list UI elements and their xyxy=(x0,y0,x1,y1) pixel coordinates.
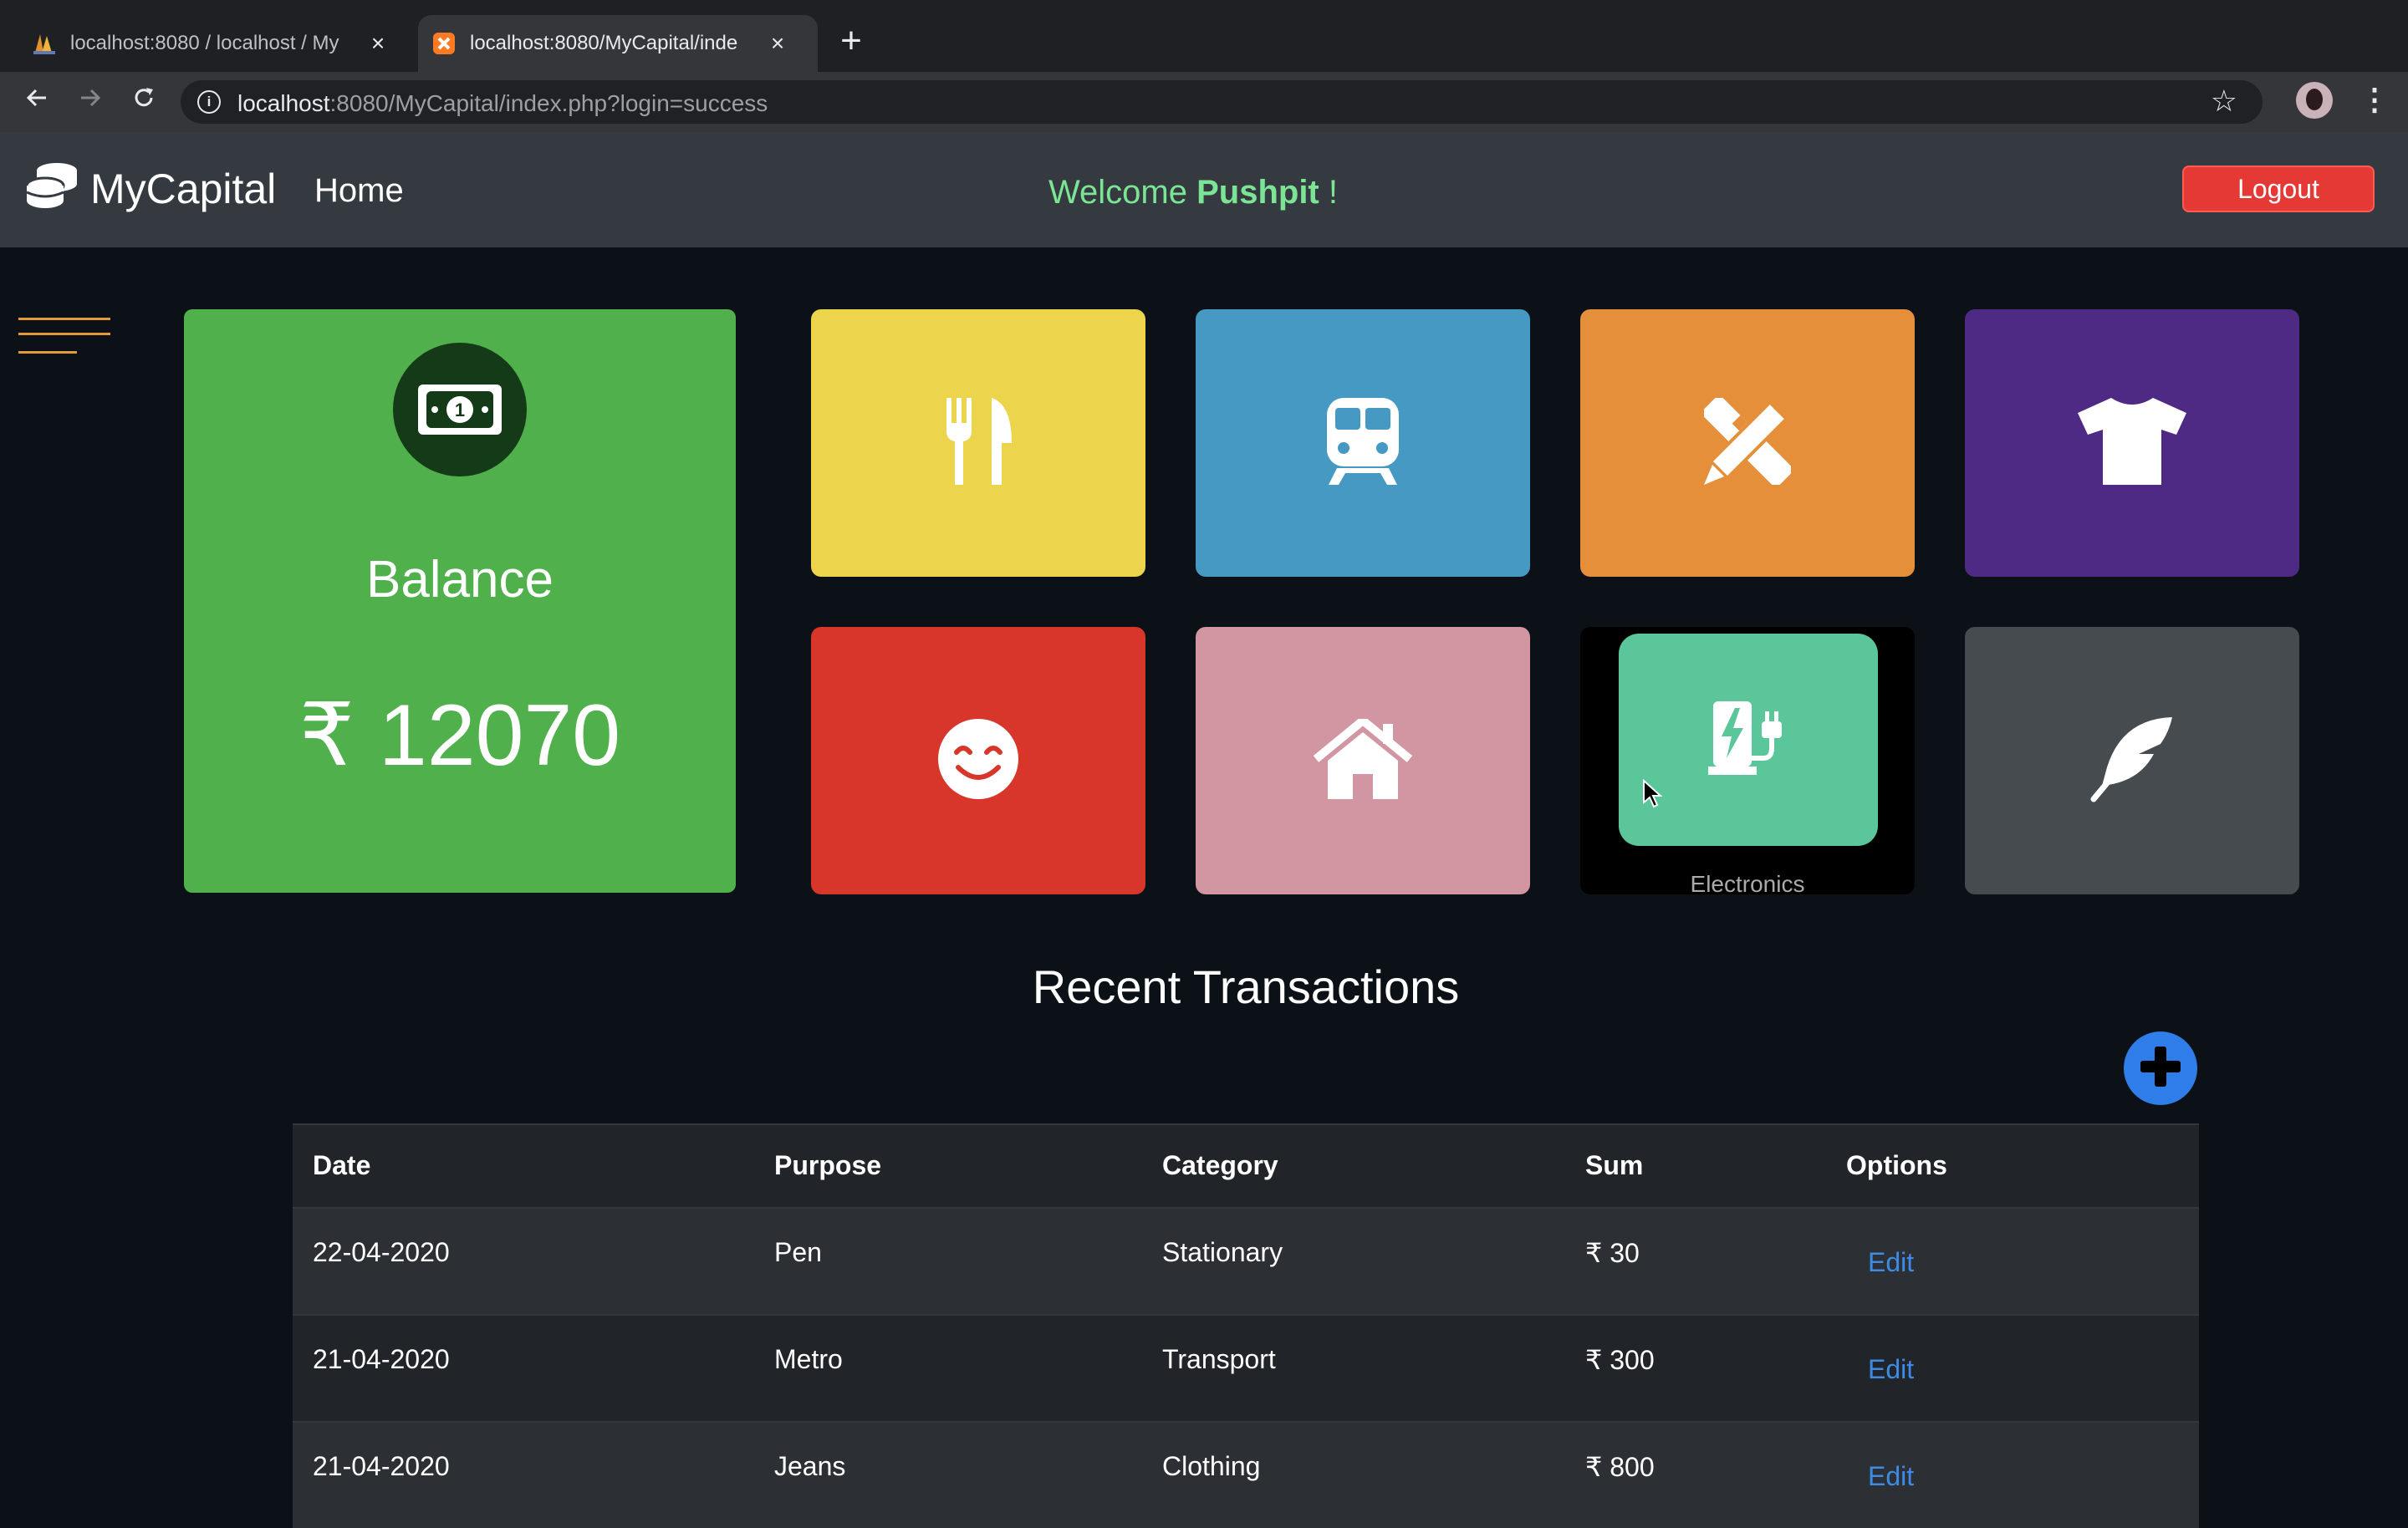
smile-icon xyxy=(936,717,1020,805)
category-food-tile[interactable] xyxy=(811,309,1145,577)
column-header-purpose: Purpose xyxy=(774,1150,882,1180)
cell-date: 21-04-2020 xyxy=(313,1451,450,1481)
cell-sum: ₹ 300 xyxy=(1585,1345,1655,1375)
edit-link[interactable]: Edit xyxy=(1868,1461,1914,1492)
mouse-cursor-icon xyxy=(1642,778,1663,813)
category-label: Electronics xyxy=(1690,871,1805,897)
cell-sum: ₹ 800 xyxy=(1585,1452,1655,1482)
cell-category: Transport xyxy=(1162,1344,1276,1374)
brand-logo[interactable]: MyCapital xyxy=(25,162,276,215)
category-electronics-tile[interactable]: Electronics xyxy=(1580,627,1915,897)
table-row: 22-04-2020 Pen Stationary ₹ 30 Edit xyxy=(293,1207,2199,1314)
browser-tab-mycapital[interactable]: localhost:8080/MyCapital/inde × xyxy=(418,15,818,72)
cell-purpose: Jeans xyxy=(774,1451,846,1481)
column-header-sum: Sum xyxy=(1585,1150,1644,1180)
reload-icon[interactable] xyxy=(127,85,161,118)
edit-link[interactable]: Edit xyxy=(1868,1354,1914,1385)
transactions-table: Date Purpose Category Sum Options 22-04-… xyxy=(293,1123,2199,1528)
back-icon[interactable] xyxy=(20,85,54,118)
column-header-category: Category xyxy=(1162,1150,1278,1180)
feather-icon xyxy=(2089,716,2176,807)
coins-icon xyxy=(25,162,79,215)
xampp-favicon-icon xyxy=(431,31,457,56)
category-clothing-tile[interactable] xyxy=(1965,309,2299,577)
home-icon xyxy=(1313,716,1413,803)
category-transport-tile[interactable] xyxy=(1196,309,1530,577)
browser-menu-icon[interactable]: ⋮ xyxy=(2360,82,2390,117)
pencil-ruler-icon xyxy=(1701,395,1793,489)
tab-title: localhost:8080/MyCapital/inde xyxy=(470,32,738,54)
cell-purpose: Metro xyxy=(774,1344,843,1374)
column-header-date: Date xyxy=(313,1150,371,1180)
svg-text:1: 1 xyxy=(455,400,465,420)
username: Pushpit xyxy=(1196,174,1319,211)
utensils-icon xyxy=(943,397,1013,489)
app-navbar: MyCapital Home Welcome Pushpit ! Logout xyxy=(0,132,2408,247)
cell-category: Stationary xyxy=(1162,1237,1283,1267)
close-tab-icon[interactable]: × xyxy=(763,30,793,57)
money-bill-icon: 1 xyxy=(393,343,527,476)
close-tab-icon[interactable]: × xyxy=(363,30,393,57)
category-miscellaneous-tile[interactable] xyxy=(1965,627,2299,894)
category-stationary-tile[interactable] xyxy=(1580,309,1915,577)
cell-date: 22-04-2020 xyxy=(313,1237,450,1267)
welcome-message: Welcome Pushpit ! xyxy=(1048,174,1338,211)
category-home-tile[interactable] xyxy=(1196,627,1530,894)
charging-station-icon xyxy=(1708,700,1788,781)
table-row: 21-04-2020 Metro Transport ₹ 300 Edit xyxy=(293,1314,2199,1421)
nav-home-link[interactable]: Home xyxy=(314,172,404,210)
balance-card: 1 Balance ₹ 12070 xyxy=(184,309,736,893)
menu-toggle-icon[interactable] xyxy=(18,318,110,359)
column-header-options: Options xyxy=(1846,1150,1947,1180)
phpmyadmin-favicon-icon xyxy=(32,31,57,56)
url-text: localhost:8080/MyCapital/index.php?login… xyxy=(237,90,768,116)
cell-date: 21-04-2020 xyxy=(313,1344,450,1374)
cell-purpose: Pen xyxy=(774,1237,822,1267)
table-header-row: Date Purpose Category Sum Options xyxy=(293,1123,2199,1207)
forward-icon[interactable] xyxy=(74,85,107,118)
brand-name: MyCapital xyxy=(90,165,277,212)
browser-tab-bar: localhost:8080 / localhost / My × localh… xyxy=(0,0,2408,72)
tab-title: localhost:8080 / localhost / My xyxy=(70,32,339,54)
cell-sum: ₹ 30 xyxy=(1585,1238,1640,1268)
browser-toolbar: i localhost:8080/MyCapital/index.php?log… xyxy=(0,72,2408,132)
new-tab-icon[interactable]: + xyxy=(834,20,868,62)
address-bar[interactable]: i localhost:8080/MyCapital/index.php?log… xyxy=(181,80,2263,124)
category-entertainment-tile[interactable] xyxy=(811,627,1145,894)
browser-tab-phpmyadmin[interactable]: localhost:8080 / localhost / My × xyxy=(18,15,411,72)
train-icon xyxy=(1325,397,1400,489)
balance-title: Balance xyxy=(365,551,554,609)
electronics-tile-inner xyxy=(1619,634,1878,846)
tshirt-icon xyxy=(2078,397,2186,489)
edit-link[interactable]: Edit xyxy=(1868,1247,1914,1278)
profile-avatar[interactable] xyxy=(2296,82,2333,119)
table-row: 21-04-2020 Jeans Clothing ₹ 800 Edit xyxy=(293,1421,2199,1528)
balance-amount: ₹ 12070 xyxy=(298,687,621,784)
logout-button[interactable]: Logout xyxy=(2182,166,2375,212)
cell-category: Clothing xyxy=(1162,1451,1261,1481)
bookmark-star-icon[interactable]: ☆ xyxy=(2211,84,2237,119)
add-transaction-button[interactable] xyxy=(2124,1031,2197,1105)
plus-icon xyxy=(2137,1043,2184,1094)
recent-transactions-title: Recent Transactions xyxy=(1032,960,1460,1013)
site-info-icon[interactable]: i xyxy=(197,90,221,114)
